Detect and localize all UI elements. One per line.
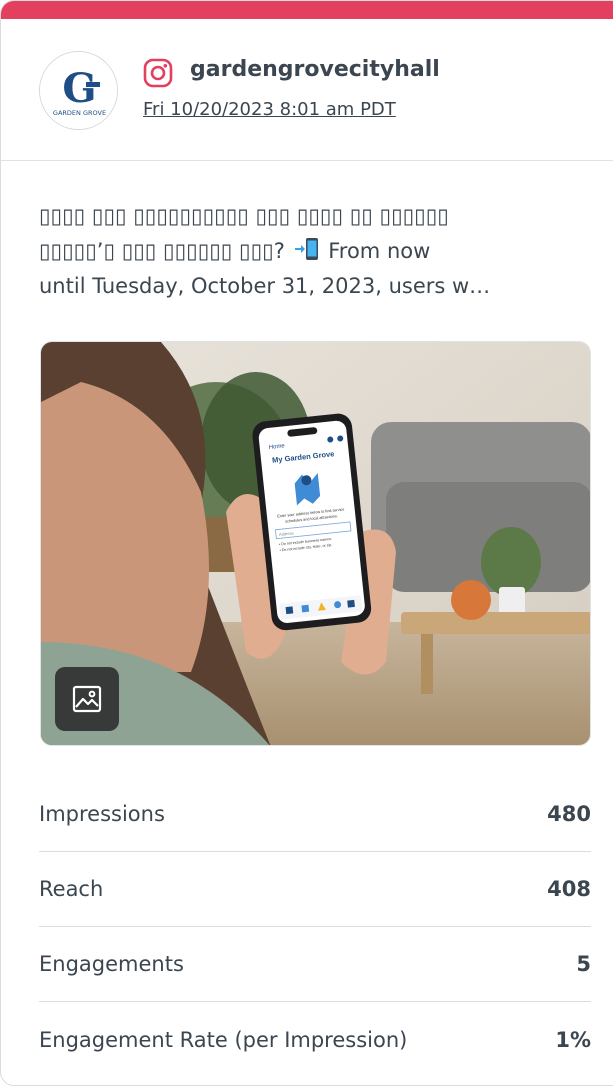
post-header: G GARDEN GROVE gardengrovecityhall Fri 1… [1,19,613,161]
metric-value: 1% [555,1027,591,1052]
mobile-phone-arrow-icon [294,238,318,260]
media-type-badge [55,667,119,731]
post-text-line-2b: From now [328,239,431,263]
metric-value: 480 [547,802,591,826]
metric-label: Engagement Rate (per Impression) [39,1027,408,1052]
post-text-line-2: ▯▯▯▯▯’▯ ▯▯▯ ▯▯▯▯▯▯ ▯▯▯? From now [39,234,589,269]
post-timestamp-link[interactable]: Fri 10/20/2023 8:01 am PDT [143,99,396,120]
image-icon [72,685,102,713]
metric-label: Impressions [39,802,165,826]
garden-grove-logo-icon: G GARDEN GROVE [40,52,117,129]
metrics-list: Impressions 480 Reach 408 Engagements 5 … [39,777,591,1077]
svg-text:G: G [62,65,96,112]
metric-label: Engagements [39,952,184,976]
post-text-line-2a: ▯▯▯▯▯’▯ ▯▯▯ ▯▯▯▯▯▯ ▯▯▯? [39,239,285,263]
metric-row-engagements: Engagements 5 [39,927,591,1002]
metric-value: 5 [576,952,591,976]
metric-label: Reach [39,877,104,901]
post-text-line-1: ▯▯▯▯ ▯▯▯ ▯▯▯▯▯▯▯▯▯▯ ▯▯▯ ▯▯▯▯ ▯▯ ▯▯▯▯▯▯ [39,204,449,228]
metric-row-engagement-rate: Engagement Rate (per Impression) 1% [39,1002,591,1077]
post-text-line-3: until Tuesday, October 31, 2023, users w… [39,274,491,298]
avatar[interactable]: G GARDEN GROVE [39,51,118,130]
account-handle[interactable]: gardengrovecityhall [190,57,440,82]
post-media[interactable]: Home My Garden Grove Enter your address … [40,341,591,746]
svg-text:GARDEN GROVE: GARDEN GROVE [53,109,106,117]
post-photo: Home My Garden Grove Enter your address … [41,342,590,745]
metric-value: 408 [547,877,591,901]
card-accent-bar [1,1,613,19]
post-text: ▯▯▯▯ ▯▯▯ ▯▯▯▯▯▯▯▯▯▯ ▯▯▯ ▯▯▯▯ ▯▯ ▯▯▯▯▯▯ ▯… [39,199,589,304]
metric-row-reach: Reach 408 [39,852,591,927]
metric-row-impressions: Impressions 480 [39,777,591,852]
post-card: G GARDEN GROVE gardengrovecityhall Fri 1… [0,0,613,1086]
instagram-icon [143,58,173,88]
